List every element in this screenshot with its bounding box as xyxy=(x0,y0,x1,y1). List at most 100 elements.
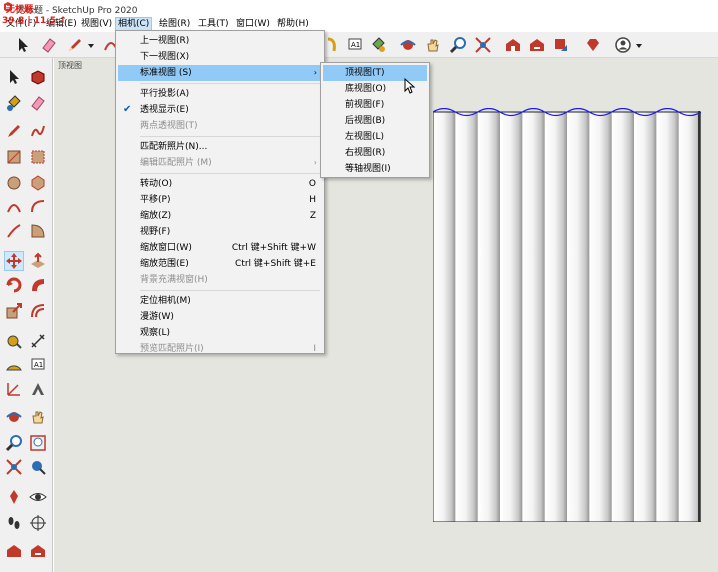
paint-bucket-icon[interactable] xyxy=(369,36,387,54)
polygon-icon[interactable] xyxy=(29,174,47,192)
menu-draw[interactable]: 绘图(R) xyxy=(157,17,192,31)
position-camera-icon[interactable] xyxy=(5,488,23,506)
pan-left-icon[interactable] xyxy=(29,408,47,426)
axes-icon[interactable] xyxy=(5,380,23,398)
scene-label: 顶视图 xyxy=(58,61,82,70)
menu-help[interactable]: 帮助(H) xyxy=(275,17,311,31)
menu-camera[interactable]: 相机(C) xyxy=(115,17,153,31)
menu-item-parallel-projection[interactable]: 平行投影(A) xyxy=(118,86,322,102)
look-around-eye-icon[interactable] xyxy=(29,488,47,506)
menu-window[interactable]: 窗口(W) xyxy=(234,17,272,31)
upload-component-icon[interactable] xyxy=(552,36,570,54)
menu-separator xyxy=(140,83,320,84)
menu-tools[interactable]: 工具(T) xyxy=(196,17,231,31)
menu-item-previous-view[interactable]: 上一视图(R) xyxy=(118,33,322,49)
menu-item-zoom-extents[interactable]: 缩放范围(E) Ctrl 键+Shift 键+E xyxy=(118,256,322,272)
scale-icon[interactable] xyxy=(5,302,23,320)
pie-icon[interactable] xyxy=(29,222,47,240)
user-profile-icon[interactable] xyxy=(614,36,632,54)
section-plane-icon[interactable] xyxy=(29,514,47,532)
zoom-window-icon[interactable] xyxy=(29,434,47,452)
line-icon[interactable] xyxy=(5,122,23,140)
curtain-fold xyxy=(656,112,680,522)
menu-item-position-camera[interactable]: 定位相机(M) xyxy=(118,293,322,309)
walk-footprints-icon[interactable] xyxy=(5,514,23,532)
zoom-extents-icon[interactable] xyxy=(474,36,492,54)
menu-item-next-view[interactable]: 下一视图(X) xyxy=(118,49,322,65)
menu-item-zoom-window[interactable]: 缩放窗口(W) Ctrl 键+Shift 键+W xyxy=(118,240,322,256)
three-point-arc-icon[interactable] xyxy=(5,222,23,240)
menu-item-two-point-perspective: 两点透视图(T) xyxy=(140,121,198,131)
profile-dropdown-icon[interactable] xyxy=(634,36,644,54)
share-model-icon[interactable] xyxy=(528,36,546,54)
select-arrow-icon[interactable] xyxy=(14,36,32,54)
pan-hand-icon[interactable] xyxy=(424,36,442,54)
camera-menu: 上一视图(R) 下一视图(X) 标准视图 (S) › 平行投影(A) ✔ 透视显示(… xyxy=(115,30,325,354)
menu-view[interactable]: 视图(V) xyxy=(79,17,114,31)
move-icon[interactable] xyxy=(4,251,24,271)
freehand-icon[interactable] xyxy=(29,122,47,140)
eraser-left-icon[interactable] xyxy=(29,94,47,112)
menu-item-iso-view[interactable]: 等轴视图(I) xyxy=(323,161,427,177)
zoom-icon[interactable] xyxy=(449,36,467,54)
zoom-extents-left-icon[interactable] xyxy=(5,458,23,476)
warehouse-icon[interactable] xyxy=(504,36,522,54)
menu-item-perspective[interactable]: ✔ 透视显示(E) xyxy=(118,102,322,118)
rotate-icon[interactable] xyxy=(5,276,23,294)
menu-item-look-around[interactable]: 观察(L) xyxy=(118,325,322,341)
menu-item-orbit[interactable]: 转动(O) O xyxy=(118,176,322,192)
orbit-left-icon[interactable] xyxy=(5,408,23,426)
menu-item-back-view[interactable]: 后视图(B) xyxy=(323,113,427,129)
pencil-dropdown-icon[interactable] xyxy=(86,36,96,54)
follow-me-icon[interactable] xyxy=(29,276,47,294)
pencil-icon[interactable] xyxy=(66,36,84,54)
menu-separator xyxy=(140,173,320,174)
menu-item-field-of-view[interactable]: 视野(F) xyxy=(118,224,322,240)
left-toolbar: A1 xyxy=(0,58,53,572)
curtain-fold xyxy=(544,112,568,522)
text-tool-icon[interactable]: A1 xyxy=(346,36,364,54)
menu-item-front-view[interactable]: 前视图(F) xyxy=(323,97,427,113)
curtain-fold xyxy=(634,112,657,522)
menu-bar: 文件(F) 编辑(E) 视图(V) 相机(C) 绘图(R) 工具(T) 窗口(W… xyxy=(0,16,718,32)
eraser-icon[interactable] xyxy=(40,36,58,54)
menu-item-walk[interactable]: 漫游(W) xyxy=(118,309,322,325)
select-icon[interactable] xyxy=(5,68,23,86)
3d-text-icon[interactable] xyxy=(29,380,47,398)
warehouse-left-icon[interactable] xyxy=(5,542,23,560)
extension-ruby-icon[interactable] xyxy=(584,36,602,54)
menu-item-zoom-to-photo: 背景充满视窗(H) xyxy=(140,275,208,285)
offset-icon[interactable] xyxy=(29,302,47,320)
push-pull-icon[interactable] xyxy=(29,252,47,270)
rectangle-icon[interactable] xyxy=(5,148,23,166)
curtain-fold xyxy=(500,112,523,522)
text-left-icon[interactable]: A1 xyxy=(29,356,47,374)
curtain-fold xyxy=(522,112,546,522)
svg-text:A1: A1 xyxy=(351,41,360,49)
tape-measure-left-icon[interactable] xyxy=(5,332,23,350)
menu-item-standard-views[interactable]: 标准视图 (S) › xyxy=(118,65,322,81)
protractor-icon[interactable] xyxy=(5,356,23,374)
menu-item-right-view[interactable]: 右视图(R) xyxy=(323,145,427,161)
previous-view-icon[interactable] xyxy=(29,458,47,476)
menu-item-zoom[interactable]: 缩放(Z) Z xyxy=(118,208,322,224)
arc-left-icon[interactable] xyxy=(5,198,23,216)
two-point-arc-icon[interactable] xyxy=(29,198,47,216)
menu-item-match-new-photo[interactable]: 匹配新照片(N)... xyxy=(118,139,322,155)
menu-item-left-view[interactable]: 左视图(L) xyxy=(323,129,427,145)
menu-item-edit-matched-photo: 编辑匹配照片 (M) › xyxy=(118,155,322,171)
curtain-fold xyxy=(477,112,501,522)
curtain-edge-shadow xyxy=(698,111,700,522)
curtain-model[interactable] xyxy=(433,108,701,522)
watermark-top: 无标题- xyxy=(6,5,37,15)
zoom-left-icon[interactable] xyxy=(5,434,23,452)
dimension-icon[interactable] xyxy=(29,332,47,350)
share-left-icon[interactable] xyxy=(29,542,47,560)
checkmark-icon: ✔ xyxy=(123,104,132,115)
circle-icon[interactable] xyxy=(5,174,23,192)
paint-bucket-left-icon[interactable] xyxy=(5,94,23,112)
rotated-rectangle-icon[interactable] xyxy=(29,148,47,166)
menu-item-pan[interactable]: 平移(P) H xyxy=(118,192,322,208)
make-component-icon[interactable] xyxy=(29,68,47,86)
orbit-icon[interactable] xyxy=(399,36,417,54)
